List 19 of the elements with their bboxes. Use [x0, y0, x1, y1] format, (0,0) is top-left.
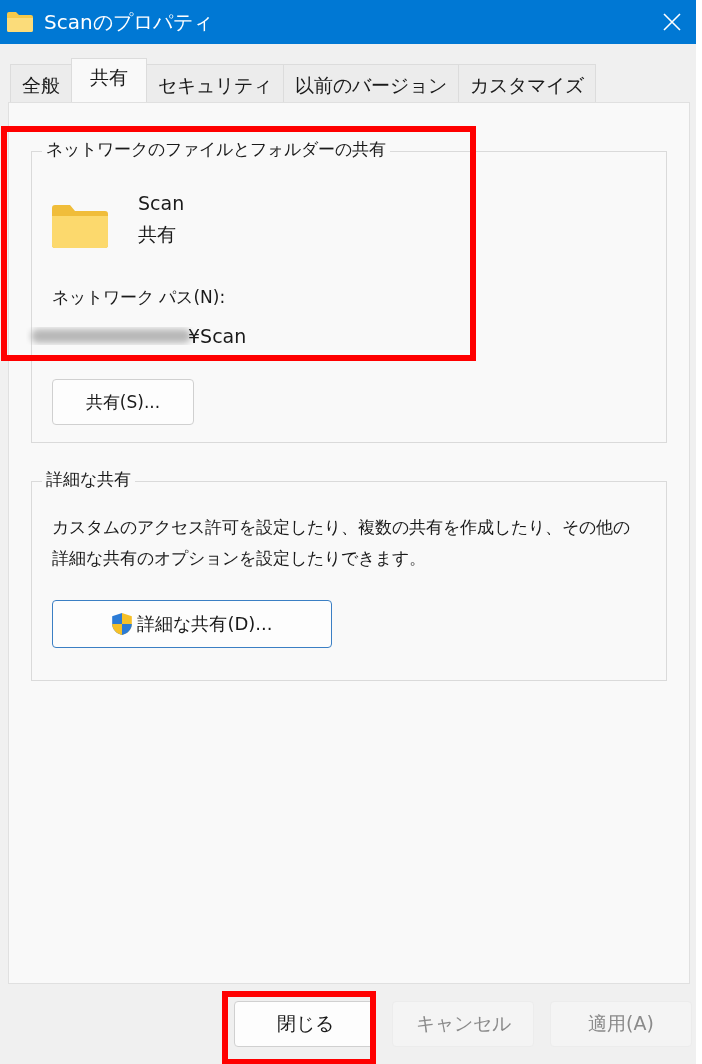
tab[interactable]: 以前のバージョン [283, 64, 459, 102]
shield-icon [111, 612, 134, 636]
advanced-sharing-button[interactable]: 詳細な共有(D)... [52, 600, 332, 648]
folder-icon [52, 204, 108, 248]
tab[interactable]: 共有 [71, 58, 147, 102]
folder-icon [6, 11, 34, 33]
tab[interactable]: セキュリティ [146, 64, 284, 102]
network-path-label: ネットワーク パス(N): [52, 286, 227, 309]
close-icon[interactable] [662, 12, 682, 32]
group-title: 詳細な共有 [42, 468, 135, 491]
window-title: Scanのプロパティ [44, 8, 214, 36]
tab[interactable]: 全般 [10, 64, 72, 102]
group-title: ネットワークのファイルとフォルダーの共有 [42, 138, 390, 161]
share-button[interactable]: 共有(S)... [52, 379, 194, 425]
share-status: 共有 [138, 222, 177, 247]
tab[interactable]: カスタマイズ [458, 64, 596, 102]
network-path: ¥Scan [188, 325, 247, 347]
description-text: カスタムのアクセス許可を設定したり、複数の共有を作成したり、その他の詳細な共有のオプションを設定したりできます。 [52, 516, 631, 570]
folder-name: Scan [138, 192, 185, 214]
